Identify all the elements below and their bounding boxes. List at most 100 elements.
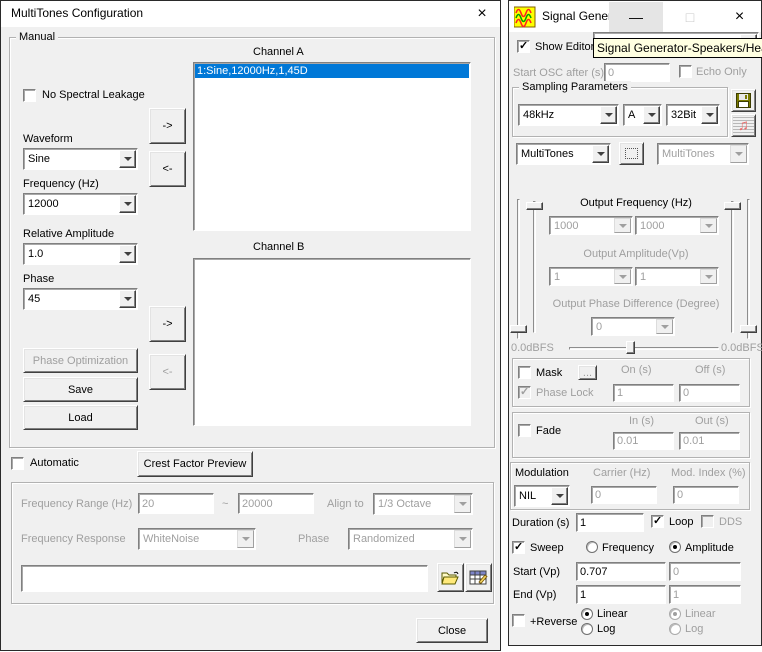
echo-only-label: Echo Only bbox=[696, 66, 747, 79]
phase-combo[interactable]: 45 bbox=[23, 288, 138, 310]
play-tone-button[interactable]: ♫ bbox=[731, 114, 756, 137]
loop-checkbox[interactable]: ✓ bbox=[651, 515, 664, 528]
phase-lock-checkbox[interactable]: ✓ bbox=[518, 386, 531, 399]
phase-mode-combo[interactable]: Randomized bbox=[348, 528, 473, 550]
fade-in-input[interactable] bbox=[613, 432, 674, 450]
start-osc-input[interactable] bbox=[604, 63, 670, 82]
save-signal-button[interactable] bbox=[731, 89, 756, 112]
channel-a-label: Channel A bbox=[253, 46, 304, 59]
left-inner-slider-handle[interactable] bbox=[526, 202, 543, 210]
wave-type-b-combo[interactable]: MultiTones bbox=[657, 143, 749, 165]
channel-a-list[interactable]: 1:Sine,12000Hz,1,45D bbox=[193, 62, 471, 231]
mask-on-label: On (s) bbox=[621, 364, 652, 377]
frequency-response-combo[interactable]: WhiteNoise bbox=[138, 528, 256, 550]
mask-off-input[interactable] bbox=[679, 384, 740, 402]
wave-type-combo[interactable]: MultiTones bbox=[516, 143, 611, 165]
linear2-radio[interactable] bbox=[669, 608, 681, 620]
mask-config-button[interactable]: ... bbox=[578, 365, 597, 380]
balance-slider-handle[interactable] bbox=[626, 341, 635, 354]
log2-radio[interactable] bbox=[669, 623, 681, 635]
chevron-down-icon[interactable] bbox=[119, 245, 136, 263]
phase-difference-combo[interactable]: 0 bbox=[591, 317, 675, 336]
end-label: End (Vp) bbox=[513, 589, 556, 602]
start-label: Start (Vp) bbox=[513, 566, 560, 579]
range-from-input[interactable] bbox=[138, 493, 214, 514]
echo-only-checkbox[interactable] bbox=[679, 65, 692, 78]
chevron-down-icon[interactable] bbox=[119, 150, 136, 168]
left-inner-slider-track[interactable] bbox=[533, 201, 536, 333]
chevron-down-icon[interactable] bbox=[643, 106, 660, 124]
channel-combo[interactable]: A bbox=[623, 104, 662, 126]
end2-input[interactable] bbox=[669, 585, 741, 604]
show-editor-checkbox[interactable]: ✓ bbox=[517, 40, 530, 53]
left-outer-slider-track[interactable] bbox=[517, 199, 520, 339]
reverse-checkbox[interactable] bbox=[512, 614, 525, 627]
output-amplitude-label: Output Amplitude(Vp) bbox=[549, 248, 723, 261]
relative-amplitude-combo[interactable]: 1.0 bbox=[23, 243, 138, 265]
signal-generator-titlebar[interactable]: Signal Gener... — □ × bbox=[509, 1, 761, 33]
carrier-input[interactable] bbox=[591, 486, 657, 504]
maximize-icon[interactable]: □ bbox=[663, 2, 717, 32]
close-icon[interactable]: × bbox=[469, 3, 495, 25]
start2-input[interactable] bbox=[669, 562, 741, 581]
waveform-combo[interactable]: Sine bbox=[23, 148, 138, 170]
mask-checkbox[interactable] bbox=[518, 366, 531, 379]
output-frequency-b-combo[interactable]: 1000 bbox=[635, 216, 719, 235]
minimize-icon[interactable]: — bbox=[609, 2, 663, 32]
sample-rate-combo[interactable]: 48kHz bbox=[518, 104, 619, 126]
right-outer-slider-handle[interactable] bbox=[740, 325, 757, 333]
remove-from-channel-a-button[interactable]: <- bbox=[149, 151, 186, 187]
remove-from-channel-b-button[interactable]: <- bbox=[149, 354, 186, 390]
bit-depth-combo[interactable]: 32Bit bbox=[666, 104, 720, 126]
load-button[interactable]: Load bbox=[23, 405, 138, 430]
chevron-down-icon[interactable] bbox=[592, 145, 609, 163]
fade-checkbox[interactable] bbox=[518, 424, 531, 437]
modulation-type-combo[interactable]: NIL bbox=[514, 485, 570, 507]
start-input[interactable] bbox=[576, 562, 666, 581]
end-input[interactable] bbox=[576, 585, 666, 604]
fade-out-input[interactable] bbox=[679, 432, 740, 450]
wave-config-button[interactable] bbox=[619, 142, 644, 165]
mod-index-input[interactable] bbox=[673, 486, 739, 504]
right-inner-slider-handle[interactable] bbox=[724, 202, 741, 210]
close-button[interactable]: Close bbox=[416, 618, 488, 643]
right-outer-slider-track[interactable] bbox=[747, 199, 750, 339]
output-amplitude-a-combo[interactable]: 1 bbox=[549, 267, 633, 286]
linear-radio[interactable] bbox=[581, 608, 593, 620]
file-path-input[interactable] bbox=[21, 565, 428, 592]
no-spectral-leakage-checkbox[interactable] bbox=[23, 89, 36, 102]
chevron-down-icon[interactable] bbox=[551, 487, 568, 505]
mask-on-input[interactable] bbox=[613, 384, 674, 402]
phase-optimization-button[interactable]: Phase Optimization bbox=[23, 348, 138, 373]
left-outer-slider-handle[interactable] bbox=[510, 325, 527, 333]
add-to-channel-a-button[interactable]: -> bbox=[149, 108, 186, 144]
open-file-button[interactable] bbox=[437, 563, 464, 592]
chevron-down-icon[interactable] bbox=[600, 106, 617, 124]
frequency-radio[interactable] bbox=[586, 541, 598, 553]
chevron-down-icon[interactable] bbox=[119, 195, 136, 213]
channel-b-list[interactable] bbox=[193, 258, 471, 426]
chevron-down-icon[interactable] bbox=[701, 106, 718, 124]
sweep-checkbox[interactable]: ✓ bbox=[512, 541, 525, 554]
automatic-checkbox[interactable] bbox=[11, 457, 24, 470]
range-to-input[interactable] bbox=[238, 493, 314, 514]
multitones-titlebar[interactable]: MultiTones Configuration × bbox=[1, 1, 500, 27]
chevron-down-icon[interactable] bbox=[119, 290, 136, 308]
balance-slider-track[interactable] bbox=[569, 347, 719, 350]
list-item[interactable]: 1:Sine,12000Hz,1,45D bbox=[195, 64, 469, 78]
align-to-combo[interactable]: 1/3 Octave bbox=[373, 493, 473, 515]
close-icon[interactable]: × bbox=[717, 2, 762, 32]
right-inner-slider-track[interactable] bbox=[731, 201, 734, 333]
frequency-combo[interactable]: 12000 bbox=[23, 193, 138, 215]
log-radio[interactable] bbox=[581, 623, 593, 635]
edit-table-button[interactable] bbox=[465, 563, 492, 592]
add-to-channel-b-button[interactable]: -> bbox=[149, 306, 186, 342]
dds-checkbox[interactable] bbox=[701, 515, 714, 528]
save-button[interactable]: Save bbox=[23, 377, 138, 402]
amplitude-radio[interactable] bbox=[669, 541, 681, 553]
output-frequency-a-combo[interactable]: 1000 bbox=[549, 216, 633, 235]
duration-input[interactable] bbox=[576, 513, 644, 532]
output-amplitude-b-combo[interactable]: 1 bbox=[635, 267, 719, 286]
crest-factor-preview-button[interactable]: Crest Factor Preview bbox=[137, 451, 253, 477]
fade-in-label: In (s) bbox=[629, 415, 654, 428]
